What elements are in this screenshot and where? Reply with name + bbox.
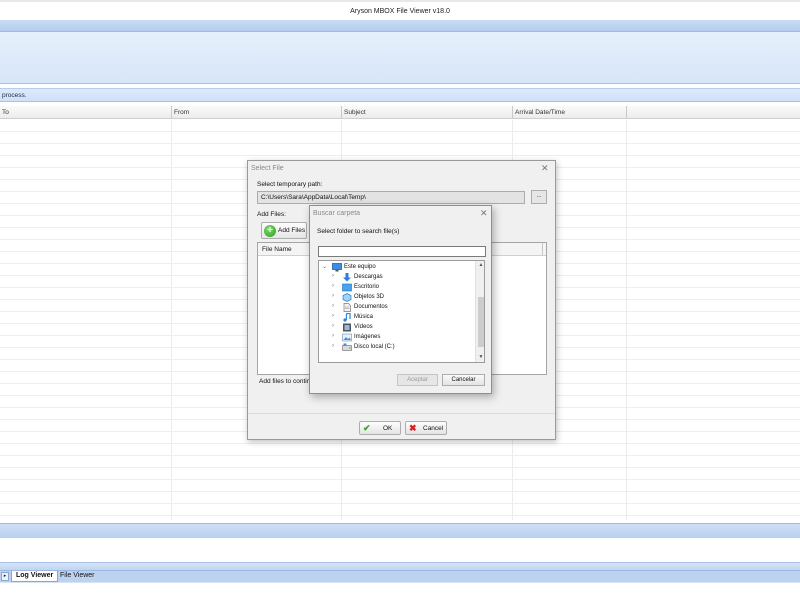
cancel-button-label: Cancel — [423, 425, 444, 432]
browse-button[interactable]: ... — [531, 190, 547, 204]
tab-file-viewer[interactable]: File Viewer — [56, 571, 99, 582]
ok-button[interactable]: ✔ OK — [359, 421, 401, 435]
tab-nav-arrow-icon[interactable]: ▸ — [1, 572, 9, 581]
plus-circle-icon: + — [264, 225, 276, 237]
column-header-arrival[interactable]: Arrival Date/Time — [515, 109, 565, 116]
column-header-subject[interactable]: Subject — [344, 109, 366, 116]
folder-path-input[interactable] — [318, 246, 486, 257]
temp-path-field[interactable]: C:\Users\Sara\AppData\Local\Temp\ — [257, 191, 525, 204]
chevron-right-icon[interactable]: › — [332, 343, 340, 349]
column-separator[interactable] — [171, 106, 172, 119]
dialog-title: Buscar carpeta — [313, 210, 361, 217]
tree-item-label: Este equipo — [344, 264, 376, 270]
downloads-icon — [343, 273, 351, 282]
pictures-icon — [342, 333, 352, 342]
tab-log-viewer[interactable]: Log Viewer — [11, 571, 59, 582]
videos-icon — [343, 323, 351, 332]
chevron-right-icon[interactable]: › — [332, 303, 340, 309]
red-x-icon: ✖ — [409, 423, 417, 433]
browse-folder-dialog: Buscar carpeta ✕ Select folder to search… — [309, 205, 492, 394]
column-header-from[interactable]: From — [174, 109, 189, 116]
footer-strip — [0, 582, 800, 600]
tree-item-label: Disco local (C:) — [354, 344, 395, 350]
dialog-footer: ✔ OK ✖ Cancel — [248, 413, 555, 439]
tree-item-label: Documentos — [354, 304, 388, 310]
folder-tree[interactable]: ⌄ Este equipo › Descargas › Escritorio ›… — [318, 260, 485, 363]
column-separator[interactable] — [512, 106, 513, 119]
music-icon — [343, 313, 351, 322]
3d-objects-icon — [342, 293, 352, 302]
preview-header-bar — [0, 523, 800, 538]
status-message-bar: process. — [0, 88, 800, 102]
column-header-file-name[interactable]: File Name — [262, 246, 292, 253]
temp-path-label: Select temporary path: — [257, 181, 323, 188]
chevron-right-icon[interactable]: › — [332, 273, 340, 279]
column-separator[interactable] — [341, 106, 342, 119]
cancel-button[interactable]: Cancelar — [442, 374, 485, 386]
scroll-down-icon[interactable]: ▼ — [476, 353, 484, 362]
accept-button[interactable]: Aceptar — [397, 374, 438, 386]
bottom-divider-bar — [0, 562, 800, 570]
chevron-right-icon[interactable]: › — [332, 283, 340, 289]
cancel-button[interactable]: ✖ Cancel — [405, 421, 447, 435]
tree-item-label: Imágenes — [354, 334, 381, 340]
chevron-right-icon[interactable]: › — [332, 293, 340, 299]
documents-icon — [343, 303, 351, 312]
computer-icon — [332, 263, 342, 272]
scrollbar-thumb[interactable] — [478, 297, 484, 347]
scroll-up-icon[interactable]: ▲ — [476, 261, 484, 270]
chevron-right-icon[interactable]: › — [332, 313, 340, 319]
ribbon-tab-strip — [0, 20, 800, 32]
add-files-button-label: Add Files — [278, 227, 306, 234]
chevron-right-icon[interactable]: › — [332, 333, 340, 339]
tree-item-label: Escritorio — [354, 284, 380, 290]
drive-icon — [342, 343, 352, 351]
close-icon[interactable]: ✕ — [480, 208, 488, 219]
desktop-icon — [342, 283, 352, 292]
chevron-down-icon[interactable]: ⌄ — [322, 263, 330, 270]
tree-item-label: Descargas — [354, 274, 383, 280]
tree-scrollbar[interactable]: ▲ ▼ — [475, 261, 484, 362]
preview-pane — [0, 538, 800, 562]
tree-item-label: Vídeos — [354, 324, 373, 330]
chevron-right-icon[interactable]: › — [332, 323, 340, 329]
title-bar: Aryson MBOX File Viewer v18.0 — [0, 0, 800, 20]
add-files-note: Add files to continu — [259, 378, 314, 385]
app-window: Aryson MBOX File Viewer v18.0 process. T… — [0, 0, 800, 600]
tree-item-label: Objetos 3D — [354, 294, 385, 300]
checkmark-icon: ✔ — [363, 423, 371, 433]
column-header-to[interactable]: To — [2, 109, 9, 116]
column-separator — [542, 243, 543, 255]
window-title: Aryson MBOX File Viewer v18.0 — [350, 8, 450, 15]
close-icon[interactable]: ✕ — [541, 163, 549, 174]
tree-item-label: Música — [354, 314, 374, 320]
add-files-button[interactable]: + Add Files — [261, 222, 307, 239]
ok-button-label: OK — [383, 425, 393, 432]
dialog-title: Select File — [251, 165, 284, 172]
mail-grid-header: To From Subject Arrival Date/Time — [0, 106, 800, 119]
ribbon — [0, 32, 800, 84]
add-files-section-label: Add Files: — [257, 211, 286, 218]
column-separator[interactable] — [626, 106, 627, 119]
folder-prompt: Select folder to search file(s) — [317, 228, 400, 235]
view-tab-bar: ▸ Log Viewer File Viewer — [0, 570, 800, 582]
status-message: process. — [2, 92, 27, 99]
